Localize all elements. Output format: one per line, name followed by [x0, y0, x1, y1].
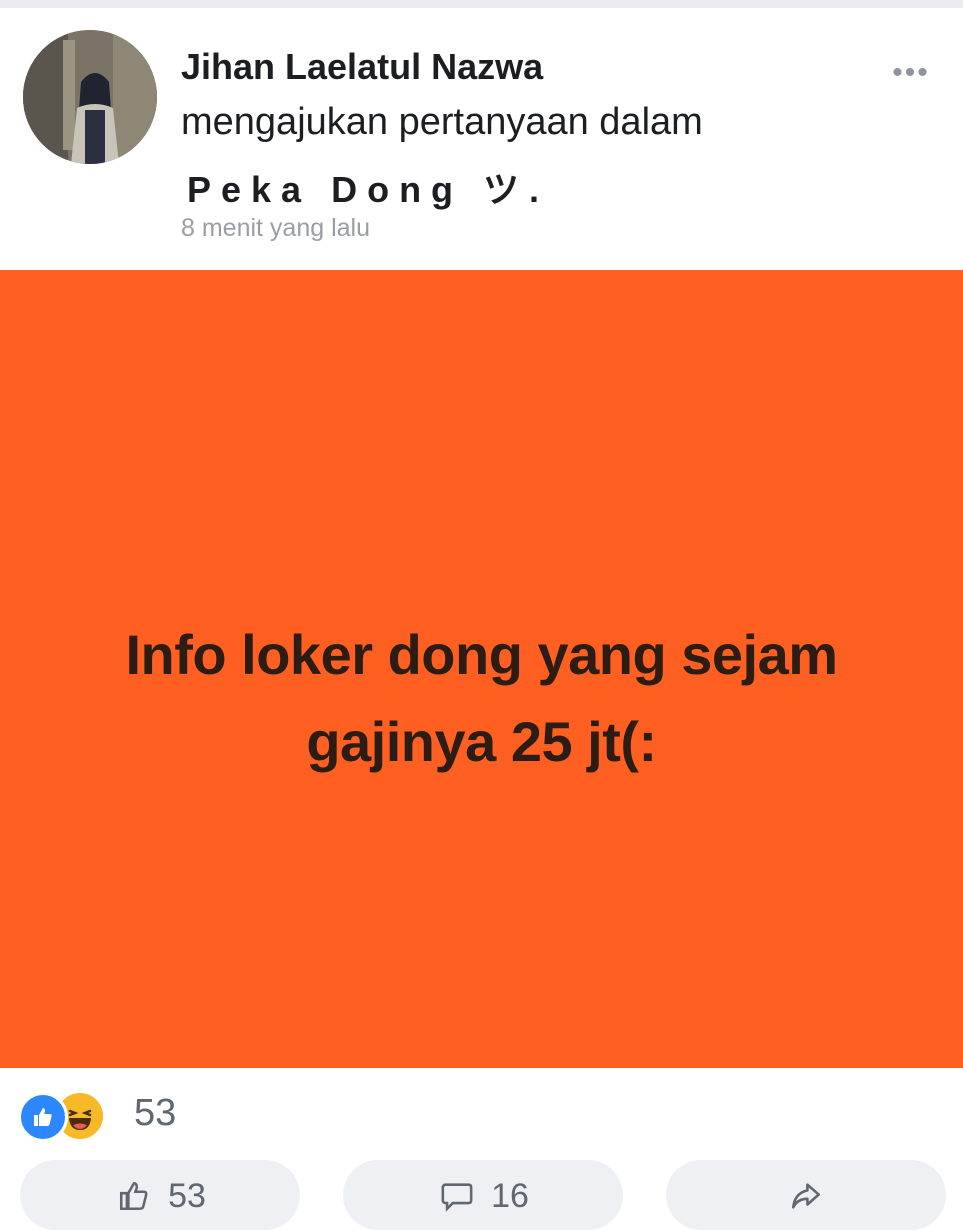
post-text-line-1: Info loker dong yang sejam: [125, 623, 838, 687]
post-text-line-2: gajinya 25 jt(:: [306, 710, 657, 773]
post-content-background: Info loker dong yang sejam gajinya 25 jt…: [0, 270, 963, 1068]
thumbs-up-outline-icon: [114, 1176, 154, 1216]
like-reaction-icon: [18, 1092, 68, 1142]
post-header: Jihan Laelatul Nazwa mengajukan pertanya…: [0, 8, 963, 270]
author-avatar[interactable]: [23, 30, 157, 164]
comment-count: 16: [491, 1177, 529, 1215]
comment-button[interactable]: 16: [343, 1160, 623, 1230]
share-icon: [786, 1176, 826, 1216]
more-icon: •••: [892, 56, 930, 89]
reaction-icons[interactable]: [18, 1090, 128, 1142]
post-action-text: mengajukan pertanyaan dalam: [181, 101, 703, 143]
post-action-buttons: 53 16: [0, 1158, 963, 1230]
avatar-photo: [23, 30, 157, 164]
like-count: 53: [168, 1177, 206, 1215]
post-timestamp[interactable]: 8 menit yang lalu: [181, 214, 370, 243]
feed-top-edge: [0, 0, 963, 8]
thumbs-up-icon: [34, 1108, 52, 1126]
comment-icon: [437, 1176, 477, 1216]
share-button[interactable]: [666, 1160, 946, 1230]
post-text: Info loker dong yang sejam gajinya 25 jt…: [42, 612, 922, 786]
like-button[interactable]: 53: [20, 1160, 300, 1230]
reaction-count[interactable]: 53: [134, 1092, 176, 1135]
group-name-link[interactable]: Peka Dong ツ.: [187, 161, 549, 213]
more-options-button[interactable]: •••: [881, 58, 941, 88]
author-name[interactable]: Jihan Laelatul Nazwa: [181, 46, 543, 88]
